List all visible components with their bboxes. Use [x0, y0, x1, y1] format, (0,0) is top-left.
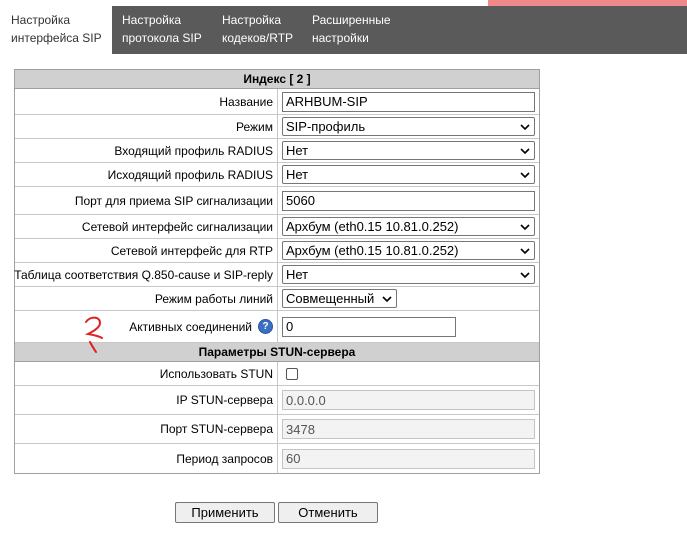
tab-label-line2: кодеков/RTP: [222, 31, 294, 45]
line-mode-select[interactable]: Совмещенный: [282, 289, 397, 308]
apply-button[interactable]: Применить: [175, 502, 275, 523]
name-input[interactable]: [282, 91, 535, 112]
tab-advanced[interactable]: Расширенные настройки: [304, 6, 414, 54]
tab-label-line2: интерфейса SIP: [11, 31, 102, 45]
tab-sip-interface[interactable]: Настройка интерфейса SIP: [0, 6, 112, 54]
chevron-down-icon: [520, 124, 530, 131]
stun-port-input[interactable]: [282, 419, 535, 439]
stun-ip-label: IP STUN-сервера: [15, 386, 278, 414]
sig-iface-select[interactable]: Архбум (eth0.15 10.81.0.252): [282, 217, 535, 236]
section-header-index: Индекс [ 2 ]: [15, 70, 539, 89]
mode-select[interactable]: SIP-профиль: [282, 117, 535, 136]
tab-label-line1: Настройка: [11, 13, 71, 27]
tab-codecs-rtp[interactable]: Настройка кодеков/RTP: [212, 6, 304, 54]
period-label: Период запросов: [15, 444, 278, 473]
row-use-stun: Использовать STUN: [15, 362, 539, 386]
stun-port-label: Порт STUN-сервера: [15, 415, 278, 443]
row-rtp-iface: Сетевой интерфейс для RTP Архбум (eth0.1…: [15, 239, 539, 263]
period-input[interactable]: [282, 448, 535, 469]
row-q850: Таблица соответствия Q.850-cause и SIP-r…: [14, 263, 539, 287]
sig-iface-select-value: Архбум (eth0.15 10.81.0.252): [286, 219, 459, 234]
tab-label-line1: Настройка: [222, 13, 282, 27]
chevron-down-icon: [520, 272, 530, 279]
active-conn-label: Активных соединений: [129, 319, 252, 334]
radius-in-label: Входящий профиль RADIUS: [15, 139, 278, 162]
rtp-iface-label: Сетевой интерфейс для RTP: [15, 239, 278, 262]
chevron-down-icon: [520, 248, 530, 255]
radius-in-select-value: Нет: [286, 143, 309, 158]
radius-out-select-value: Нет: [286, 167, 309, 182]
row-period: Период запросов: [15, 444, 539, 473]
row-stun-ip: IP STUN-сервера: [15, 386, 539, 415]
tab-label-line1: Настройка: [122, 13, 182, 27]
sip-interface-form: Индекс [ 2 ] Название Режим SIP-профиль …: [14, 69, 540, 474]
chevron-down-icon: [520, 148, 530, 155]
sip-port-label: Порт для приема SIP сигнализации: [15, 187, 278, 214]
chevron-down-icon: [382, 296, 392, 303]
q850-select[interactable]: Нет: [282, 265, 535, 284]
name-label: Название: [15, 89, 278, 114]
use-stun-label: Использовать STUN: [15, 362, 278, 385]
active-conn-input[interactable]: [282, 316, 456, 337]
tab-bar: Настройка интерфейса SIP Настройка прото…: [0, 6, 687, 54]
chevron-down-icon: [520, 224, 530, 231]
mode-select-value: SIP-профиль: [286, 119, 366, 134]
radius-out-select[interactable]: Нет: [282, 165, 535, 184]
help-icon[interactable]: ?: [258, 319, 273, 334]
row-name: Название: [15, 89, 539, 115]
stun-ip-input[interactable]: [282, 390, 535, 410]
rtp-iface-select-value: Архбум (eth0.15 10.81.0.252): [286, 243, 459, 258]
row-line-mode: Режим работы линий Совмещенный: [15, 287, 539, 311]
sip-port-input[interactable]: [282, 190, 535, 211]
mode-label: Режим: [15, 115, 278, 138]
tab-label-line2: протокола SIP: [122, 31, 202, 45]
tab-sip-protocol[interactable]: Настройка протокола SIP: [112, 6, 212, 54]
radius-out-label: Исходящий профиль RADIUS: [15, 163, 278, 186]
row-radius-in: Входящий профиль RADIUS Нет: [15, 139, 539, 163]
line-mode-select-value: Совмещенный: [286, 291, 375, 306]
rtp-iface-select[interactable]: Архбум (eth0.15 10.81.0.252): [282, 241, 535, 260]
line-mode-label: Режим работы линий: [15, 287, 278, 310]
cancel-button[interactable]: Отменить: [278, 502, 378, 523]
chevron-down-icon: [520, 172, 530, 179]
sig-iface-label: Сетевой интерфейс сигнализации: [15, 215, 278, 238]
tab-label-line2: настройки: [312, 31, 369, 45]
row-radius-out: Исходящий профиль RADIUS Нет: [15, 163, 539, 187]
row-stun-port: Порт STUN-сервера: [15, 415, 539, 444]
row-sip-port: Порт для приема SIP сигнализации: [15, 187, 539, 215]
q850-select-value: Нет: [286, 267, 309, 282]
use-stun-checkbox[interactable]: [286, 367, 298, 380]
active-conn-label-cell: Активных соединений ?: [15, 311, 278, 342]
q850-label: Таблица соответствия Q.850-cause и SIP-r…: [14, 263, 278, 286]
radius-in-select[interactable]: Нет: [282, 141, 535, 160]
row-mode: Режим SIP-профиль: [15, 115, 539, 139]
handwritten-annotation-mark: [84, 316, 103, 353]
row-sig-iface: Сетевой интерфейс сигнализации Архбум (e…: [15, 215, 539, 239]
tab-label-line1: Расширенные: [312, 13, 391, 27]
